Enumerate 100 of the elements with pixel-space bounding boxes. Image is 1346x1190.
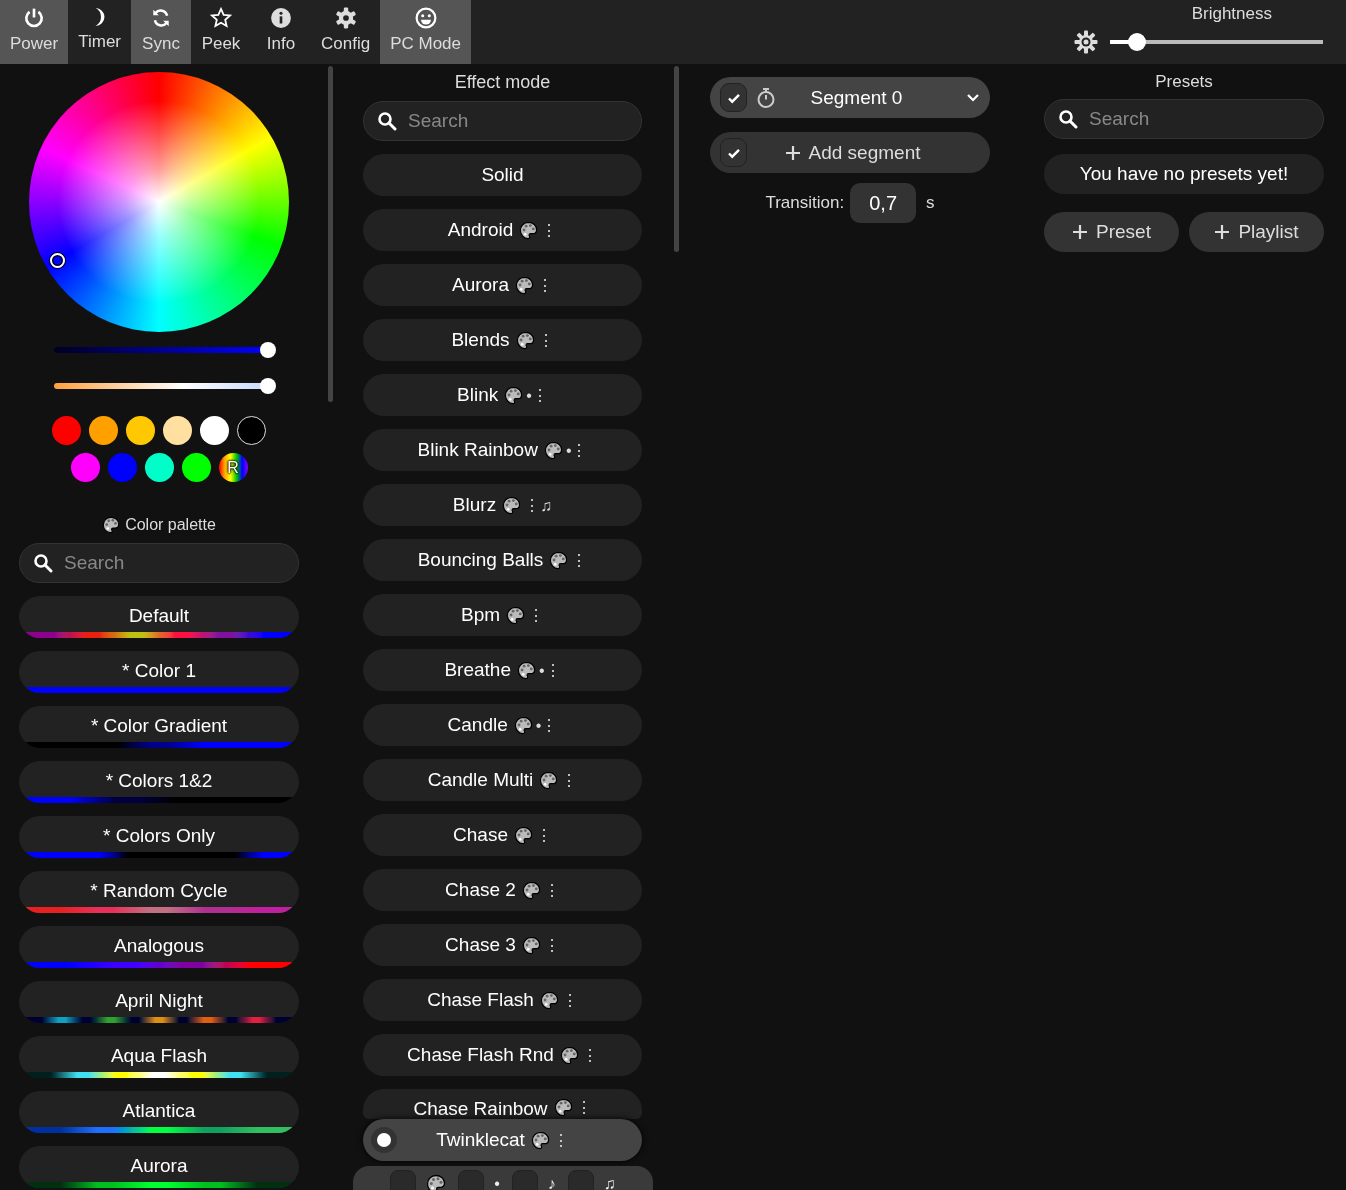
transition-field[interactable]: 0,7 [850, 183, 917, 223]
color-swatch[interactable] [200, 416, 229, 445]
tab[interactable]: Peek [191, 0, 251, 64]
brightness-icon [1074, 30, 1098, 54]
slider-thumb[interactable] [260, 378, 276, 394]
slider-thumb[interactable] [1127, 33, 1146, 51]
scrollbar[interactable] [328, 66, 333, 402]
palette-icon [426, 1174, 447, 1190]
effect-item[interactable]: Solid [363, 154, 642, 196]
filter-label: ♪ [547, 1175, 556, 1190]
filter-toggle[interactable] [458, 1170, 485, 1190]
color-swatch[interactable] [89, 416, 118, 445]
tab[interactable]: Timer [68, 0, 131, 64]
color-slider[interactable] [54, 378, 276, 394]
palette-icon [102, 516, 121, 534]
filter-toggle[interactable] [390, 1170, 417, 1190]
tab[interactable]: Info [251, 0, 311, 64]
transition-label: Transition: [765, 193, 845, 213]
plus-icon [784, 144, 801, 161]
palette-item[interactable]: Analogous [19, 926, 299, 968]
section-title: Effect mode [453, 72, 552, 92]
effect-item[interactable]: Blink •⋮ [363, 374, 642, 416]
effect-item[interactable]: Aurora ⋮ [363, 264, 642, 306]
color-swatch[interactable] [107, 453, 137, 482]
effect-item[interactable]: Chase ⋮ [363, 814, 642, 856]
add-button[interactable]: Playlist [1189, 212, 1324, 252]
segment-row[interactable]: Segment 0 [710, 77, 990, 118]
search-icon [377, 111, 397, 131]
color-swatch[interactable] [70, 453, 100, 482]
scrollbar[interactable] [674, 66, 679, 252]
effect-flags: ⋮ [581, 1045, 598, 1065]
effect-flags: ⋮♫ [524, 495, 553, 515]
palette-item[interactable]: Aurora [19, 1146, 299, 1188]
color-swatch[interactable] [144, 453, 174, 482]
palette-item[interactable]: * Color 1 [19, 651, 299, 693]
effect-item[interactable]: Candle •⋮ [363, 704, 642, 746]
info-icon [270, 7, 292, 29]
palette-item[interactable]: * Colors Only [19, 816, 299, 858]
search-field[interactable]: Search [363, 101, 642, 141]
checkbox[interactable] [720, 83, 747, 112]
tab[interactable]: Config [311, 0, 381, 64]
radio-button[interactable] [371, 1127, 397, 1153]
checkbox[interactable] [720, 138, 747, 167]
effect-flags: ⋮ [535, 825, 552, 845]
effect-item[interactable]: Chase Rainbow ⋮ [363, 1089, 642, 1119]
effect-item[interactable]: Blends ⋮ [363, 319, 642, 361]
effect-flags: ⋮ [528, 605, 545, 625]
effect-item[interactable]: Chase Flash ⋮ [363, 979, 642, 1021]
effect-item[interactable]: Android ⋮ [363, 209, 642, 251]
search-icon [1058, 109, 1078, 129]
effect-item[interactable]: Chase Flash Rnd ⋮ [363, 1034, 642, 1076]
add-segment-row[interactable]: Add segment [710, 132, 990, 173]
palette-item[interactable]: Atlantica [19, 1091, 299, 1133]
effect-item[interactable]: Chase 3 ⋮ [363, 924, 642, 966]
plus-icon [1072, 224, 1089, 240]
brightness-label: Brightness [1191, 4, 1272, 24]
search-field[interactable]: Search [19, 543, 299, 583]
effect-item[interactable]: Breathe •⋮ [363, 649, 642, 691]
tab[interactable]: Sync [131, 0, 191, 64]
effect-item[interactable]: Bouncing Balls ⋮ [363, 539, 642, 581]
filter-toggle[interactable] [511, 1170, 538, 1190]
palette-item[interactable]: * Random Cycle [19, 871, 299, 913]
effect-name: Twinklecat [436, 1129, 525, 1151]
effect-flags: ⋮ [543, 935, 560, 955]
tab[interactable]: Power [0, 0, 69, 64]
palette-item[interactable]: Default [19, 596, 299, 638]
tab[interactable]: PC Mode [380, 0, 471, 64]
effect-flags: ⋮ [571, 550, 588, 570]
effect-flags: ⋮ [537, 330, 554, 350]
effect-item[interactable]: Blink Rainbow •⋮ [363, 429, 642, 471]
effect-item[interactable]: Candle Multi ⋮ [363, 759, 642, 801]
effect-flags: ⋮ [541, 220, 558, 240]
plus-icon [1214, 224, 1231, 240]
palette-item[interactable]: * Color Gradient [19, 706, 299, 748]
power-icon [23, 7, 46, 29]
effect-item[interactable]: Chase 2 ⋮ [363, 869, 642, 911]
palette-item[interactable]: April Night [19, 981, 299, 1023]
color-swatch[interactable] [181, 453, 211, 482]
color-swatch[interactable] [52, 416, 81, 445]
smiley-icon [414, 7, 437, 29]
color-slider[interactable] [54, 342, 276, 358]
slider-thumb[interactable] [260, 342, 276, 358]
color-swatch[interactable] [237, 416, 266, 445]
search-field[interactable]: Search [1044, 99, 1324, 139]
segment-name: Segment 0 [809, 86, 904, 109]
current-effect[interactable]: Twinklecat ⋮ [363, 1119, 642, 1161]
color-swatch[interactable] [163, 416, 192, 445]
color-swatch[interactable] [126, 416, 155, 445]
add-button[interactable]: Preset [1044, 212, 1179, 252]
filter-label: ♫ [603, 1175, 616, 1190]
empty-message: You have no presets yet! [1044, 154, 1324, 194]
effect-item[interactable]: Blurz ⋮♫ [363, 484, 642, 526]
effect-item[interactable]: Bpm ⋮ [363, 594, 642, 636]
effect-flags: •⋮ [535, 715, 558, 735]
search-icon [33, 553, 53, 573]
filter-toggle[interactable] [567, 1170, 594, 1190]
palette-item[interactable]: Aqua Flash [19, 1036, 299, 1078]
palette-item[interactable]: * Colors 1&2 [19, 761, 299, 803]
effect-flags: •⋮ [538, 660, 561, 680]
wheel-handle[interactable] [50, 253, 65, 268]
